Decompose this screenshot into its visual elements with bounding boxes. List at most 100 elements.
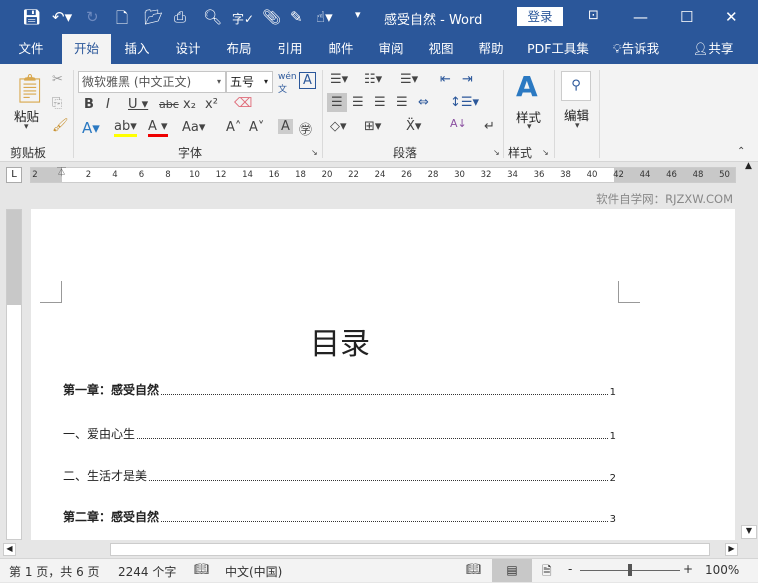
tell-me-button[interactable]: 💡︎告诉我 bbox=[606, 34, 666, 64]
paste-dropdown-icon[interactable]: ▾ bbox=[24, 122, 29, 132]
copy-icon[interactable]: ⎘ bbox=[52, 96, 62, 111]
asian-layout-icon[interactable]: Ẍ▾ bbox=[406, 119, 421, 134]
phonetic-guide-icon[interactable]: wén 文 bbox=[278, 72, 297, 95]
tab-home[interactable]: 开始 bbox=[62, 34, 111, 64]
word-count[interactable]: 2244 个字 bbox=[118, 563, 176, 580]
horizontal-scroll-thumb[interactable] bbox=[110, 543, 710, 556]
align-center-icon[interactable]: ☰ bbox=[352, 95, 364, 110]
grow-font-icon[interactable]: A˄ bbox=[226, 120, 241, 135]
font-size-select[interactable]: 五号 ▾ bbox=[226, 71, 273, 93]
tab-selector-icon[interactable]: L bbox=[6, 167, 22, 183]
login-button[interactable]: 登录 bbox=[517, 7, 563, 26]
align-right-icon[interactable]: ☰ bbox=[374, 95, 386, 110]
scroll-left-icon[interactable]: ◀ bbox=[3, 543, 16, 556]
shading-icon[interactable]: ◇▾ bbox=[330, 119, 347, 134]
zoom-out-button[interactable]: - bbox=[568, 562, 572, 576]
zoom-level[interactable]: 100% bbox=[705, 563, 739, 577]
scroll-down-icon[interactable]: ▼ bbox=[741, 525, 757, 539]
maximize-button[interactable]: ☐ bbox=[680, 8, 693, 26]
enclose-characters-icon[interactable]: ㊫ bbox=[299, 119, 312, 138]
toc-entry[interactable]: 第二章：感受自然 3 bbox=[63, 508, 616, 525]
sort-icon[interactable]: A↓ bbox=[450, 117, 467, 130]
save-icon[interactable]: 💾︎ bbox=[22, 8, 41, 26]
styles-icon[interactable]: A bbox=[516, 70, 538, 103]
highlight-color-icon[interactable]: ab▾ bbox=[114, 119, 137, 137]
change-case-icon[interactable]: Aa▾ bbox=[182, 120, 205, 135]
italic-icon[interactable]: I bbox=[106, 97, 110, 112]
tab-mailings[interactable]: 邮件 bbox=[318, 34, 364, 64]
tab-insert[interactable]: 插入 bbox=[114, 34, 160, 64]
text-effects-icon[interactable]: A▾ bbox=[82, 119, 100, 137]
undo-icon[interactable]: ↶▾ bbox=[52, 8, 72, 26]
document-page[interactable]: 软件自学网：RJZXW.COM 目录 第一章：感受自然 1 一、爱由心生 1 二、生活才… bbox=[31, 192, 735, 540]
print-layout-icon[interactable]: ▤ bbox=[492, 559, 532, 582]
share-button[interactable]: 👤︎共享 bbox=[688, 34, 738, 64]
vertical-scrollbar[interactable]: ▲ ▼ bbox=[740, 161, 758, 540]
paragraph-dialog-launcher-icon[interactable]: ↘ bbox=[493, 148, 500, 157]
proofing-icon[interactable]: 📖︎ bbox=[194, 562, 209, 576]
print-preview-icon[interactable]: 🔍︎ bbox=[203, 8, 222, 26]
superscript-icon[interactable]: x² bbox=[205, 97, 218, 112]
tab-file[interactable]: 文件 bbox=[8, 34, 54, 64]
toc-entry[interactable]: 第一章：感受自然 1 bbox=[63, 381, 616, 398]
find-icon[interactable]: ⚲ bbox=[561, 71, 591, 101]
bullets-icon[interactable]: ☰▾ bbox=[330, 72, 348, 87]
font-dialog-launcher-icon[interactable]: ↘ bbox=[311, 148, 318, 157]
print-icon[interactable]: ⎙ bbox=[174, 8, 186, 26]
shrink-font-icon[interactable]: A˅ bbox=[249, 120, 264, 135]
cut-icon[interactable]: ✂ bbox=[52, 72, 63, 87]
read-mode-icon[interactable]: 📖︎ bbox=[466, 562, 481, 576]
strikethrough-icon[interactable]: abc bbox=[159, 98, 179, 111]
horizontal-scrollbar[interactable]: ◀ ▶ bbox=[0, 541, 758, 558]
distributed-icon[interactable]: ⇔ bbox=[418, 95, 429, 110]
collapse-ribbon-icon[interactable]: ⌃ bbox=[737, 146, 745, 157]
styles-dialog-launcher-icon[interactable]: ↘ bbox=[542, 148, 549, 157]
horizontal-ruler[interactable]: 2 2 4 6 8 10 12 14 16 18 20 22 24 26 28 30 32 34 36 38 40 42 4… bbox=[30, 167, 736, 183]
clear-formatting-icon[interactable]: ⌫ bbox=[234, 96, 252, 111]
tab-layout[interactable]: 布局 bbox=[216, 34, 262, 64]
align-left-icon[interactable]: ☰ bbox=[327, 93, 347, 112]
justify-icon[interactable]: ☰ bbox=[396, 95, 408, 110]
underline-icon[interactable]: U ▾ bbox=[128, 97, 148, 112]
decrease-indent-icon[interactable]: ⇤ bbox=[440, 72, 451, 87]
language[interactable]: 中文(中国) bbox=[225, 563, 282, 580]
toc-entry[interactable]: 一、爱由心生 1 bbox=[63, 425, 616, 442]
open-folder-icon[interactable]: 📂︎ bbox=[144, 8, 163, 26]
character-border-icon[interactable]: A bbox=[299, 72, 316, 89]
line-spacing-icon[interactable]: ↕☰▾ bbox=[450, 95, 479, 110]
minimize-button[interactable]: — bbox=[633, 8, 648, 26]
font-color-icon[interactable]: A ▾ bbox=[148, 119, 168, 137]
numbering-icon[interactable]: ☷▾ bbox=[364, 72, 382, 87]
tab-references[interactable]: 引用 bbox=[267, 34, 313, 64]
format-painter-icon[interactable]: 🖌︎ bbox=[52, 118, 69, 133]
tab-help[interactable]: 帮助 bbox=[468, 34, 514, 64]
paste-icon[interactable]: 📋︎ bbox=[12, 72, 48, 105]
tab-pdf-tools[interactable]: PDF工具集 bbox=[524, 34, 592, 64]
scroll-up-icon[interactable]: ▲ bbox=[745, 161, 752, 171]
edit-icon[interactable]: ✎ bbox=[290, 8, 303, 26]
character-shading-icon[interactable]: A bbox=[278, 119, 293, 134]
page-count[interactable]: 第 1 页，共 6 页 bbox=[9, 563, 100, 580]
vertical-ruler[interactable] bbox=[6, 209, 22, 540]
zoom-in-button[interactable]: + bbox=[683, 562, 693, 576]
toc-entry[interactable]: 二、生活才是美 2 bbox=[63, 467, 616, 484]
font-name-select[interactable]: 微软雅黑 (中文正文) ▾ bbox=[78, 71, 226, 93]
web-layout-icon[interactable]: 🗎 bbox=[542, 562, 552, 583]
tab-review[interactable]: 审阅 bbox=[368, 34, 414, 64]
indent-marker-icon[interactable]: ⏄ bbox=[57, 165, 66, 178]
multilevel-list-icon[interactable]: ☰▾ bbox=[400, 72, 418, 87]
show-marks-icon[interactable]: ↵ bbox=[484, 119, 495, 134]
borders-icon[interactable]: ⊞▾ bbox=[364, 119, 381, 134]
customize-qat-icon[interactable]: ▾ bbox=[355, 8, 361, 21]
spelling-icon[interactable]: 字✓ bbox=[232, 10, 254, 27]
styles-dropdown-icon[interactable]: ▾ bbox=[527, 122, 532, 132]
increase-indent-icon[interactable]: ⇥ bbox=[462, 72, 473, 87]
redo-icon[interactable]: ↻ bbox=[86, 8, 99, 26]
new-document-icon[interactable]: 🗋 bbox=[116, 8, 128, 33]
editing-dropdown-icon[interactable]: ▾ bbox=[575, 121, 580, 131]
tab-view[interactable]: 视图 bbox=[418, 34, 464, 64]
tab-design[interactable]: 设计 bbox=[165, 34, 211, 64]
zoom-slider-thumb[interactable] bbox=[628, 564, 632, 576]
close-button[interactable]: ✕ bbox=[725, 8, 738, 26]
bold-icon[interactable]: B bbox=[84, 97, 94, 112]
